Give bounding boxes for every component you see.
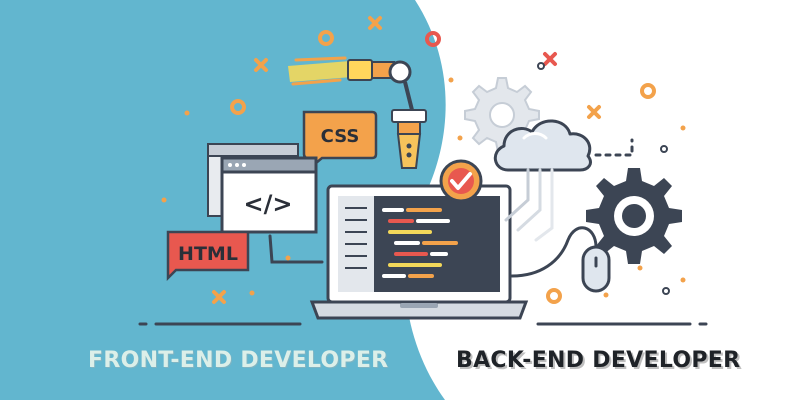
html-badge: HTML <box>166 230 250 282</box>
illustration-canvas: CSS </> HTML FRONT-END DEVELOPER BACK-EN… <box>0 0 800 400</box>
html-label: HTML <box>178 243 238 265</box>
css-label: CSS <box>321 126 360 147</box>
back-end-caption: BACK-END DEVELOPER <box>456 348 741 373</box>
laptop-icon <box>309 184 529 320</box>
code-editor-window: </> <box>220 156 318 234</box>
front-end-caption: FRONT-END DEVELOPER <box>88 348 389 373</box>
mouse-icon <box>510 226 611 293</box>
cloud-gear-connector <box>594 138 634 157</box>
checkmark-icon <box>439 159 483 203</box>
data-lines <box>504 168 554 242</box>
code-tag-icon: </> <box>244 190 293 218</box>
